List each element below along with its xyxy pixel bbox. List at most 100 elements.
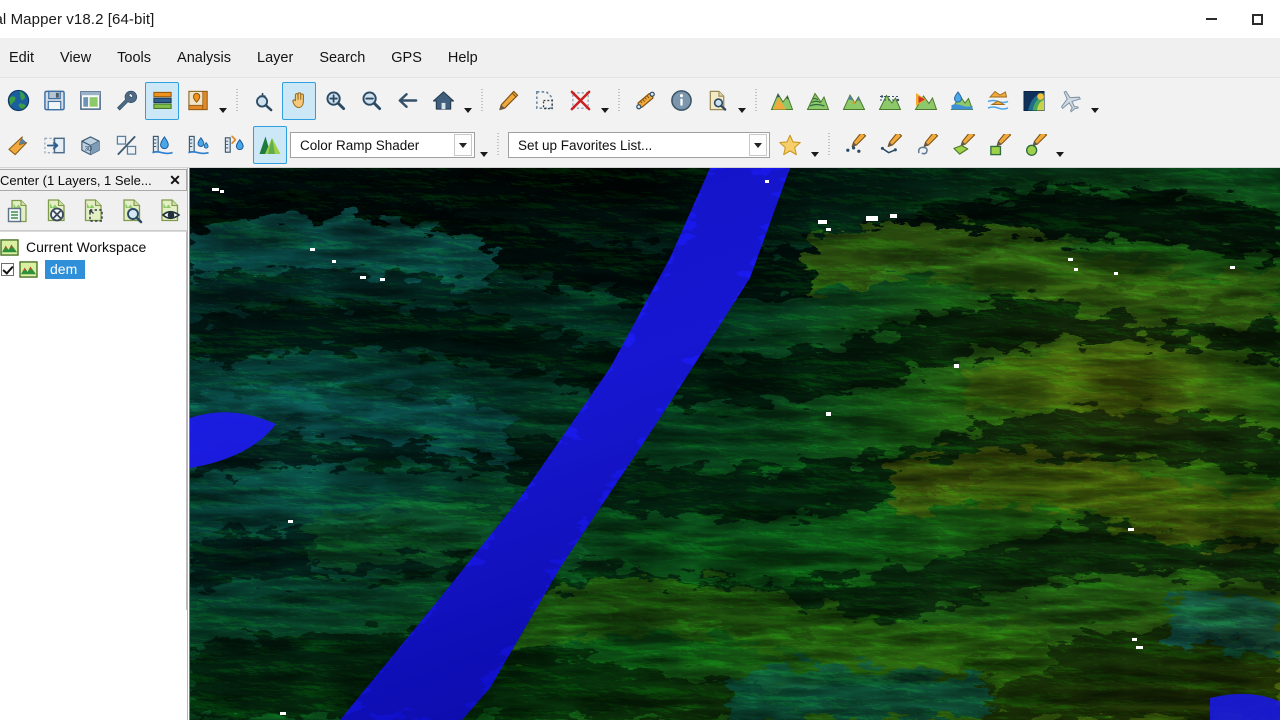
maximize-button[interactable] bbox=[1234, 0, 1280, 38]
chevron-down-icon bbox=[1090, 107, 1099, 113]
water-level-custom-button[interactable] bbox=[217, 126, 251, 164]
shader-options-dropdown[interactable] bbox=[477, 126, 490, 164]
global-mapper-window: bal Mapper v18.2 [64-bit] Edit View Tool… bbox=[0, 0, 1280, 720]
digitize-circle-button[interactable] bbox=[1018, 126, 1052, 164]
layer-tree[interactable]: Current Workspace dem bbox=[0, 231, 187, 610]
color-ramp-shader-select[interactable]: Color Ramp Shader bbox=[290, 132, 475, 158]
toggle-layer-visibility-button[interactable] bbox=[152, 193, 190, 229]
pan-tool-button[interactable] bbox=[282, 81, 316, 120]
map-layout-button[interactable] bbox=[181, 82, 215, 120]
measure-tool-button[interactable] bbox=[628, 82, 662, 120]
layer-visibility-checkbox[interactable] bbox=[1, 262, 14, 276]
menu-item-edit[interactable]: Edit bbox=[0, 38, 47, 78]
terrain-measure-icon bbox=[878, 94, 902, 110]
minimize-button[interactable] bbox=[1188, 0, 1234, 38]
open-control-center-button[interactable] bbox=[145, 81, 179, 120]
zoom-in-button[interactable] bbox=[318, 82, 352, 120]
zoom-to-layer-button[interactable] bbox=[114, 193, 152, 229]
menu-item-gps[interactable]: GPS bbox=[378, 38, 435, 78]
favorites-select-value: Set up Favorites List... bbox=[518, 137, 653, 153]
zoom-previous-button[interactable] bbox=[390, 82, 424, 120]
digitize-area-button[interactable] bbox=[946, 126, 980, 164]
title-bar: bal Mapper v18.2 [64-bit] bbox=[0, 0, 1280, 38]
save-workspace-button[interactable] bbox=[37, 82, 71, 120]
digitizer-tool-button[interactable] bbox=[491, 82, 525, 120]
layer-options-icon bbox=[7, 199, 27, 222]
crop-arrow-icon bbox=[43, 137, 65, 153]
path-profile-button[interactable] bbox=[765, 82, 799, 120]
dem-terrain-render[interactable] bbox=[190, 168, 1280, 720]
layer-options-button[interactable] bbox=[0, 193, 38, 229]
open-data-file-button[interactable] bbox=[1, 82, 35, 120]
cut-fill-icon bbox=[987, 90, 1009, 110]
favorites-select-arrow[interactable] bbox=[749, 134, 767, 156]
zoom-to-selected-button[interactable] bbox=[246, 82, 280, 120]
layer-toolbar bbox=[0, 191, 187, 231]
red-x-icon bbox=[570, 90, 590, 111]
create-new-line-button[interactable] bbox=[1, 126, 35, 164]
elevation-raster-icon bbox=[1023, 90, 1045, 111]
digitize-line-button[interactable] bbox=[874, 126, 908, 164]
document-search-icon bbox=[709, 90, 726, 111]
digitize-rectangle-button[interactable] bbox=[982, 126, 1016, 164]
crop-selected-layer-button[interactable] bbox=[76, 193, 114, 229]
favorites-list-select[interactable]: Set up Favorites List... bbox=[508, 132, 770, 158]
watershed-analysis-button[interactable] bbox=[945, 82, 979, 120]
elevation-raster-button[interactable] bbox=[1017, 82, 1051, 120]
crop-layer-button[interactable] bbox=[37, 126, 71, 164]
close-panel-button[interactable]: ✕ bbox=[164, 170, 186, 190]
digitize-dropdown[interactable] bbox=[1053, 126, 1066, 164]
delete-features-dropdown[interactable] bbox=[598, 82, 611, 120]
favorites-star-button[interactable] bbox=[773, 126, 807, 164]
fly-through-dropdown[interactable] bbox=[1088, 82, 1101, 120]
view-3d-button[interactable]: 3D bbox=[73, 126, 107, 164]
pencil-area-icon bbox=[952, 133, 975, 155]
window-panel-icon bbox=[79, 91, 101, 110]
map-layout-dropdown[interactable] bbox=[216, 82, 229, 120]
water-level-rise-button[interactable] bbox=[145, 126, 179, 164]
favorites-dropdown[interactable] bbox=[808, 126, 821, 164]
open-generic-file-button[interactable] bbox=[73, 82, 107, 120]
fly-through-button[interactable] bbox=[1053, 82, 1087, 120]
water-level-fall-button[interactable] bbox=[181, 126, 215, 164]
feature-info-button[interactable] bbox=[664, 82, 698, 120]
tree-row-workspace[interactable]: Current Workspace bbox=[0, 236, 186, 258]
menu-item-tools[interactable]: Tools bbox=[104, 38, 164, 78]
menu-item-layer[interactable]: Layer bbox=[244, 38, 306, 78]
generate-contours-button[interactable] bbox=[801, 82, 835, 120]
menu-item-search[interactable]: Search bbox=[306, 38, 378, 78]
search-features-dropdown[interactable] bbox=[735, 82, 748, 120]
layer-crop-icon bbox=[84, 198, 103, 222]
menu-item-analysis[interactable]: Analysis bbox=[164, 38, 244, 78]
digitize-point-button[interactable] bbox=[838, 126, 872, 164]
cut-and-fill-button[interactable] bbox=[981, 82, 1015, 120]
hand-pan-icon bbox=[291, 92, 304, 109]
tree-row-layer-dem[interactable]: dem bbox=[0, 258, 186, 280]
zoom-to-full-extents-button[interactable] bbox=[426, 82, 460, 120]
map-view[interactable] bbox=[189, 168, 1280, 720]
terrain-layer-button[interactable] bbox=[837, 82, 871, 120]
delete-features-button[interactable] bbox=[563, 82, 597, 120]
zoom-out-button[interactable] bbox=[354, 82, 388, 120]
toolbar-separator bbox=[828, 133, 830, 157]
configure-button[interactable] bbox=[109, 82, 143, 120]
view-shed-analysis-button[interactable] bbox=[909, 82, 943, 120]
ruler-icon bbox=[635, 91, 655, 110]
measure-volumes-button[interactable] bbox=[873, 82, 907, 120]
pencil-rectangle-icon bbox=[989, 133, 1011, 155]
select-features-button[interactable] bbox=[527, 82, 561, 120]
viewshed-cone-icon bbox=[914, 92, 938, 110]
shader-toggle-button[interactable] bbox=[253, 126, 287, 164]
cube-3d-icon: 3D bbox=[80, 135, 100, 155]
layer-label-dem[interactable]: dem bbox=[45, 259, 86, 279]
layer-icon bbox=[19, 260, 38, 278]
menu-item-view[interactable]: View bbox=[47, 38, 104, 78]
dashed-selection-icon bbox=[535, 91, 553, 110]
menu-item-help[interactable]: Help bbox=[435, 38, 491, 78]
digitize-curve-button[interactable] bbox=[910, 126, 944, 164]
shader-select-arrow[interactable] bbox=[454, 134, 472, 156]
close-layer-button[interactable] bbox=[38, 193, 76, 229]
slope-percent-button[interactable] bbox=[109, 126, 143, 164]
search-features-button[interactable] bbox=[700, 82, 734, 120]
full-extents-dropdown[interactable] bbox=[461, 82, 474, 120]
